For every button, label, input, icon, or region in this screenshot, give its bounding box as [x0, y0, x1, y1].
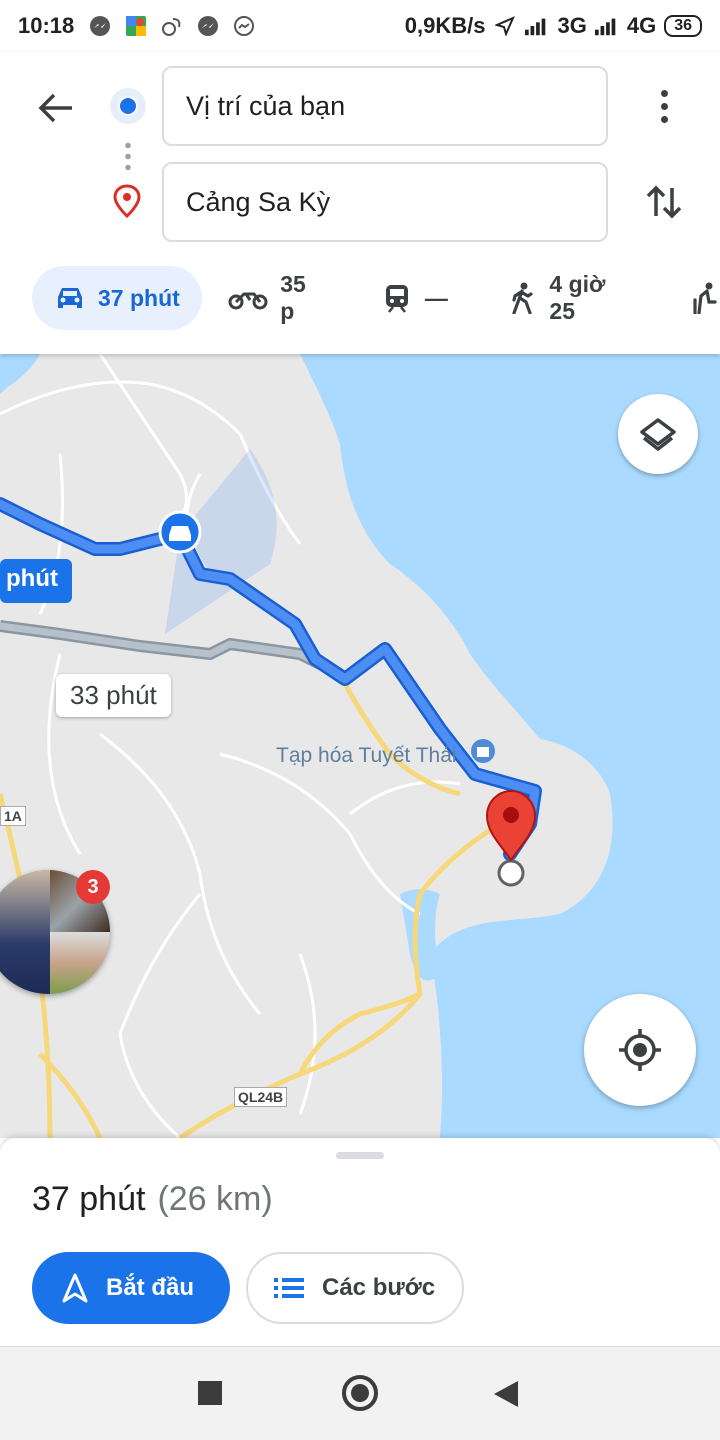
arrow-left-icon	[38, 93, 72, 123]
status-bar: 10:18 0,9KB/s 3G 4G 36	[0, 0, 720, 52]
motorbike-icon	[228, 282, 268, 314]
list-icon	[274, 1278, 304, 1298]
origin-input[interactable]: Vị trí của bạn	[162, 66, 608, 146]
status-time: 10:18	[18, 13, 75, 38]
map-view[interactable]: phút 33 phút Tạp hóa Tuyết Thái 1A QL24B…	[0, 354, 720, 1138]
alternate-route-time[interactable]: 33 phút	[56, 674, 171, 717]
signal-icon	[594, 14, 619, 38]
messenger-icon	[88, 14, 112, 38]
lake-area	[0, 354, 40, 394]
messenger-icon	[196, 14, 220, 38]
status-right: 0,9KB/s 3G 4G 36	[405, 13, 702, 39]
steps-button[interactable]: Các bước	[246, 1252, 464, 1324]
back-nav-button[interactable]	[494, 1381, 518, 1407]
mode-driving-label: 37 phút	[98, 284, 180, 311]
mode-motorbike-label: 35 p	[280, 271, 306, 324]
chat-badge: 3	[76, 870, 110, 904]
route-summary-sheet[interactable]: 37 phút (26 km) Bắt đầu Các bước	[0, 1138, 720, 1346]
ride-icon	[688, 282, 720, 314]
train-icon	[381, 282, 413, 314]
battery-level: 36	[664, 15, 702, 37]
layers-button[interactable]	[618, 394, 698, 474]
notification-icons	[88, 14, 256, 38]
origin-dot-icon	[110, 88, 146, 124]
squirrel-icon	[160, 14, 184, 38]
location-arrow-icon	[493, 14, 517, 38]
back-button[interactable]	[36, 88, 76, 128]
car-marker-glyph	[169, 526, 191, 541]
route-connector-dots	[125, 140, 131, 170]
steps-label: Các bước	[322, 1274, 436, 1301]
walk-icon	[506, 282, 538, 314]
start-navigation-button[interactable]: Bắt đầu	[32, 1252, 230, 1324]
destination-pin-icon	[112, 184, 142, 219]
swap-button[interactable]	[640, 178, 688, 226]
road-label-1a: 1A	[0, 806, 26, 826]
my-location-button[interactable]	[584, 994, 696, 1106]
car-icon	[54, 282, 86, 314]
layers-icon	[640, 418, 676, 451]
signal-label-2: 4G	[626, 13, 657, 38]
signal-label-1: 3G	[557, 13, 587, 38]
destination-input[interactable]: Cảng Sa Kỳ	[162, 162, 608, 242]
road-label-ql24b: QL24B	[234, 1087, 288, 1107]
mode-transit-label: —	[424, 284, 448, 311]
home-button[interactable]	[342, 1375, 378, 1411]
travel-modes: 37 phút 35 p — 4 giờ 25	[32, 266, 720, 330]
recent-apps-button[interactable]	[198, 1381, 222, 1405]
route-distance: (26 km)	[157, 1180, 273, 1218]
mode-driving[interactable]: 37 phút	[32, 266, 203, 330]
navigation-arrow-icon	[62, 1273, 88, 1303]
route-summary: 37 phút (26 km)	[32, 1180, 273, 1219]
maps-icon	[124, 14, 148, 38]
more-options-button[interactable]	[648, 84, 680, 128]
poi-label[interactable]: Tạp hóa Tuyết Thái	[276, 744, 457, 768]
directions-header: Vị trí của bạn Cảng Sa Kỳ 37 phút 35 p —…	[0, 52, 720, 354]
mode-transit[interactable]: —	[381, 266, 448, 330]
route-duration: 37 phút	[32, 1180, 146, 1218]
selected-route-time[interactable]: phút	[0, 559, 72, 603]
screen: 10:18 0,9KB/s 3G 4G 36 Vị trí của bạn Cả…	[0, 0, 720, 1440]
messenger-outline-icon	[232, 14, 256, 38]
android-navigation-bar	[0, 1346, 720, 1440]
signal-icon	[525, 14, 549, 38]
destination-circle	[497, 859, 525, 887]
start-label: Bắt đầu	[106, 1274, 195, 1301]
destination-marker-icon	[485, 789, 537, 862]
swap-vertical-icon	[646, 185, 682, 219]
mode-walking[interactable]: 4 giờ 25	[506, 266, 636, 330]
sheet-drag-handle[interactable]	[336, 1152, 384, 1159]
network-speed: 0,9KB/s	[404, 13, 486, 38]
crosshair-icon	[619, 1029, 661, 1071]
mode-motorbike[interactable]: 35 p	[228, 266, 325, 330]
mode-ride[interactable]	[688, 266, 720, 330]
mode-walking-label: 4 giờ 25	[549, 271, 606, 324]
